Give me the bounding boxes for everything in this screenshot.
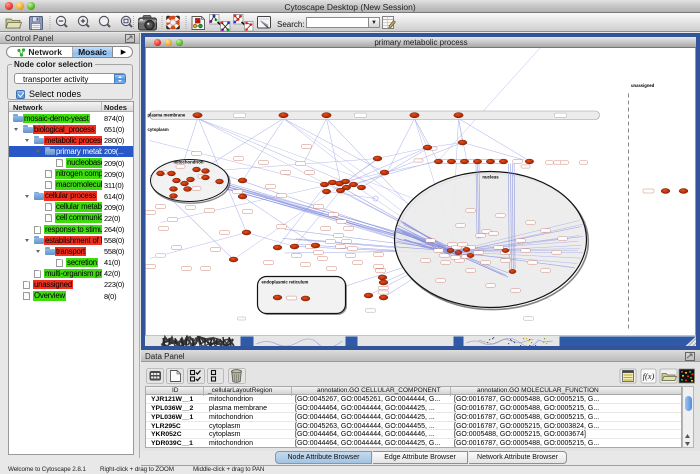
svg-text:f(x): f(x) [643,371,655,381]
svg-text:unassigned: unassigned [631,83,655,88]
svg-text:cytoplasm: cytoplasm [148,127,169,132]
svg-text:nucleus: nucleus [482,175,499,180]
svg-text:mitochondrion: mitochondrion [173,160,203,165]
svg-text:plasma membrane: plasma membrane [148,113,186,118]
svg-text:endoplasmic reticulum: endoplasmic reticulum [262,280,309,285]
